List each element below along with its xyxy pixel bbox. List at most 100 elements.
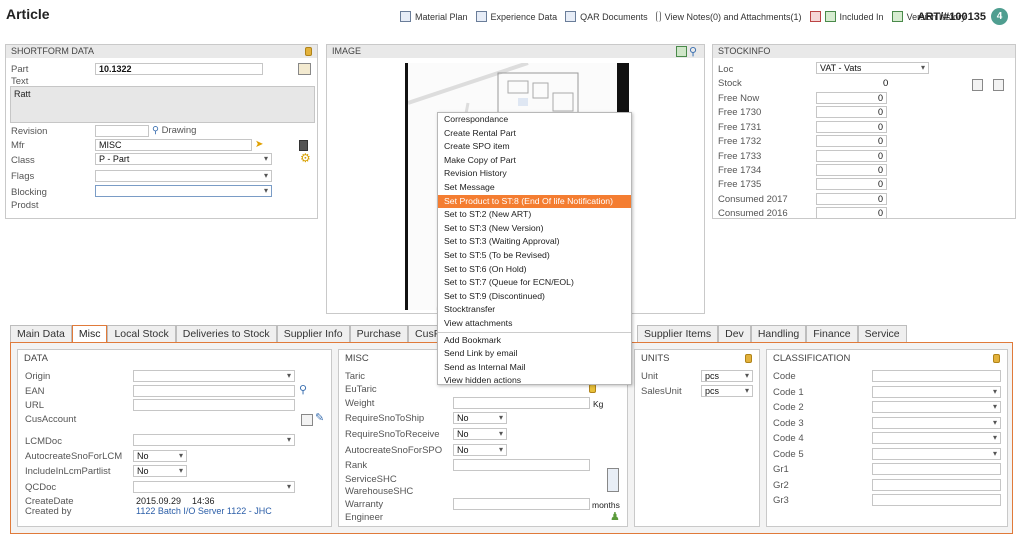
url-input[interactable] (133, 399, 295, 411)
stock-row-value[interactable]: 0 (816, 164, 887, 176)
lcmdoc-select[interactable] (133, 434, 295, 446)
menu-item[interactable]: Stocktransfer (438, 303, 631, 317)
qcdoc-select[interactable] (133, 481, 295, 493)
classification-row-input[interactable] (872, 432, 1001, 444)
unit-select[interactable]: pcs (701, 370, 753, 382)
edit-icon[interactable] (298, 63, 311, 75)
tab-handling[interactable]: Handling (750, 325, 807, 342)
classification-row-input[interactable] (872, 385, 1001, 398)
menu-item[interactable]: Set Message (438, 181, 631, 195)
classification-row-input[interactable] (872, 370, 1001, 382)
menu-item[interactable]: View attachments (438, 317, 631, 331)
classification-lock-icon[interactable] (993, 354, 1000, 363)
menu-item[interactable]: Set to ST:5 (To be Revised) (438, 249, 631, 263)
auto-spo-select[interactable]: No (453, 444, 507, 456)
classification-row-input[interactable] (872, 416, 1001, 429)
req-receive-select[interactable]: No (453, 428, 507, 440)
menu-item[interactable]: Correspondance (438, 113, 631, 127)
menu-item[interactable]: Set to ST:3 (Waiting Approval) (438, 235, 631, 249)
count-badge[interactable]: 4 (991, 8, 1008, 25)
csv-export-icon-2[interactable] (993, 79, 1004, 91)
warehouse-shc-label: WarehouseSHC (345, 486, 414, 497)
stock-row-label: Free 1735 (718, 179, 762, 191)
tab-local-stock[interactable]: Local Stock (107, 325, 176, 342)
document-icon[interactable] (301, 414, 313, 426)
tab-service[interactable]: Service (857, 325, 907, 342)
view-notes-link[interactable]: View Notes(0) and Attachments(1) (655, 11, 802, 22)
units-lock-icon[interactable] (745, 354, 752, 363)
stock-row-value[interactable]: 0 (816, 192, 887, 205)
user-icon[interactable]: ♟ (610, 510, 620, 523)
revision-input[interactable] (95, 125, 149, 137)
stock-row-value[interactable]: 0 (816, 178, 887, 191)
stock-row-value[interactable]: 0 (816, 106, 887, 119)
autocreate-lcm-select[interactable]: No (133, 450, 187, 462)
menu-item[interactable]: Set to ST:7 (Queue for ECN/EOL) (438, 276, 631, 290)
menu-item[interactable]: Send Link by email (438, 347, 631, 361)
mfr-input[interactable]: MISC (95, 139, 252, 151)
stock-row-value[interactable]: 0 (816, 207, 887, 220)
weight-input[interactable] (453, 397, 590, 409)
part-input[interactable]: 10.1322 (95, 63, 263, 75)
arrow-right-icon[interactable]: ➤ (255, 139, 263, 150)
tab-misc[interactable]: Misc (71, 325, 108, 342)
origin-select[interactable] (133, 370, 295, 382)
experience-data-link[interactable]: Experience Data (475, 11, 557, 22)
flags-select[interactable] (95, 170, 272, 182)
material-plan-link[interactable]: Material Plan (400, 11, 468, 22)
origin-label: Origin (25, 371, 51, 382)
tab-purchase[interactable]: Purchase (349, 325, 409, 342)
stock-row-value[interactable]: 0 (816, 120, 887, 133)
warranty-input[interactable] (453, 498, 590, 510)
blocking-select[interactable] (95, 185, 272, 197)
menu-item[interactable]: Revision History (438, 167, 631, 181)
tab-dev[interactable]: Dev (718, 325, 751, 342)
class-select[interactable]: P - Part (95, 153, 272, 165)
menu-item[interactable]: Create Rental Part (438, 127, 631, 141)
zoom-icon[interactable]: ⚲ (689, 45, 697, 58)
qar-documents-link[interactable]: QAR Documents (565, 11, 648, 22)
stock-row-value[interactable]: 0 (816, 149, 887, 162)
rank-input[interactable] (453, 459, 590, 471)
tab-deliveries-to-stock[interactable]: Deliveries to Stock (175, 325, 277, 342)
menu-item[interactable]: View hidden actions (438, 374, 631, 388)
tab-main-data[interactable]: Main Data (10, 325, 72, 342)
drawing-link[interactable]: ⚲ Drawing (152, 125, 196, 136)
menu-item[interactable]: Create SPO item (438, 140, 631, 154)
classification-row-input[interactable] (872, 401, 1001, 413)
classification-row-input[interactable] (872, 478, 1001, 491)
classification-row-label: Code 3 (773, 417, 804, 429)
tab-supplier-info[interactable]: Supplier Info (276, 325, 350, 342)
csv-export-icon[interactable] (972, 79, 983, 91)
gear-icon[interactable]: ⚙ (300, 151, 311, 165)
menu-item[interactable]: Add Bookmark (438, 334, 631, 348)
stock-row-value[interactable]: 0 (816, 92, 887, 104)
ean-search-icon[interactable]: ⚲ (299, 383, 307, 396)
text-area[interactable]: Ratt (10, 86, 315, 123)
menu-item[interactable]: Set Product to ST:8 (End Of life Notific… (438, 194, 631, 209)
menu-item[interactable]: Set to ST:2 (New ART) (438, 208, 631, 222)
server-icon[interactable] (607, 468, 619, 492)
brush-icon[interactable]: ✎ (315, 411, 324, 424)
included-in-link[interactable]: Included In (809, 11, 884, 22)
lock-icon[interactable] (305, 47, 312, 56)
menu-item[interactable]: Set to ST:3 (New Version) (438, 222, 631, 236)
included-partlist-select[interactable]: No (133, 465, 187, 477)
calculator-icon[interactable] (299, 140, 308, 151)
classification-row-input[interactable] (872, 494, 1001, 506)
createdby-link[interactable]: 1122 Batch I/O Server 1122 - JHC (136, 506, 272, 516)
classification-row-input[interactable] (872, 447, 1001, 460)
image-icon[interactable] (676, 46, 687, 57)
ean-input[interactable] (133, 385, 295, 397)
stock-row-value[interactable]: 0 (816, 135, 887, 148)
menu-item[interactable]: Set to ST:9 (Discontinued) (438, 290, 631, 304)
menu-item[interactable]: Send as Internal Mail (438, 361, 631, 375)
loc-select[interactable]: VAT - Vats (816, 62, 929, 74)
req-ship-select[interactable]: No (453, 412, 507, 424)
salesunit-select[interactable]: pcs (701, 385, 753, 397)
menu-item[interactable]: Set to ST:6 (On Hold) (438, 263, 631, 277)
tab-finance[interactable]: Finance (806, 325, 858, 342)
menu-item[interactable]: Make Copy of Part (438, 154, 631, 168)
tab-supplier-items[interactable]: Supplier Items (637, 325, 719, 342)
classification-row-input[interactable] (872, 463, 1001, 475)
